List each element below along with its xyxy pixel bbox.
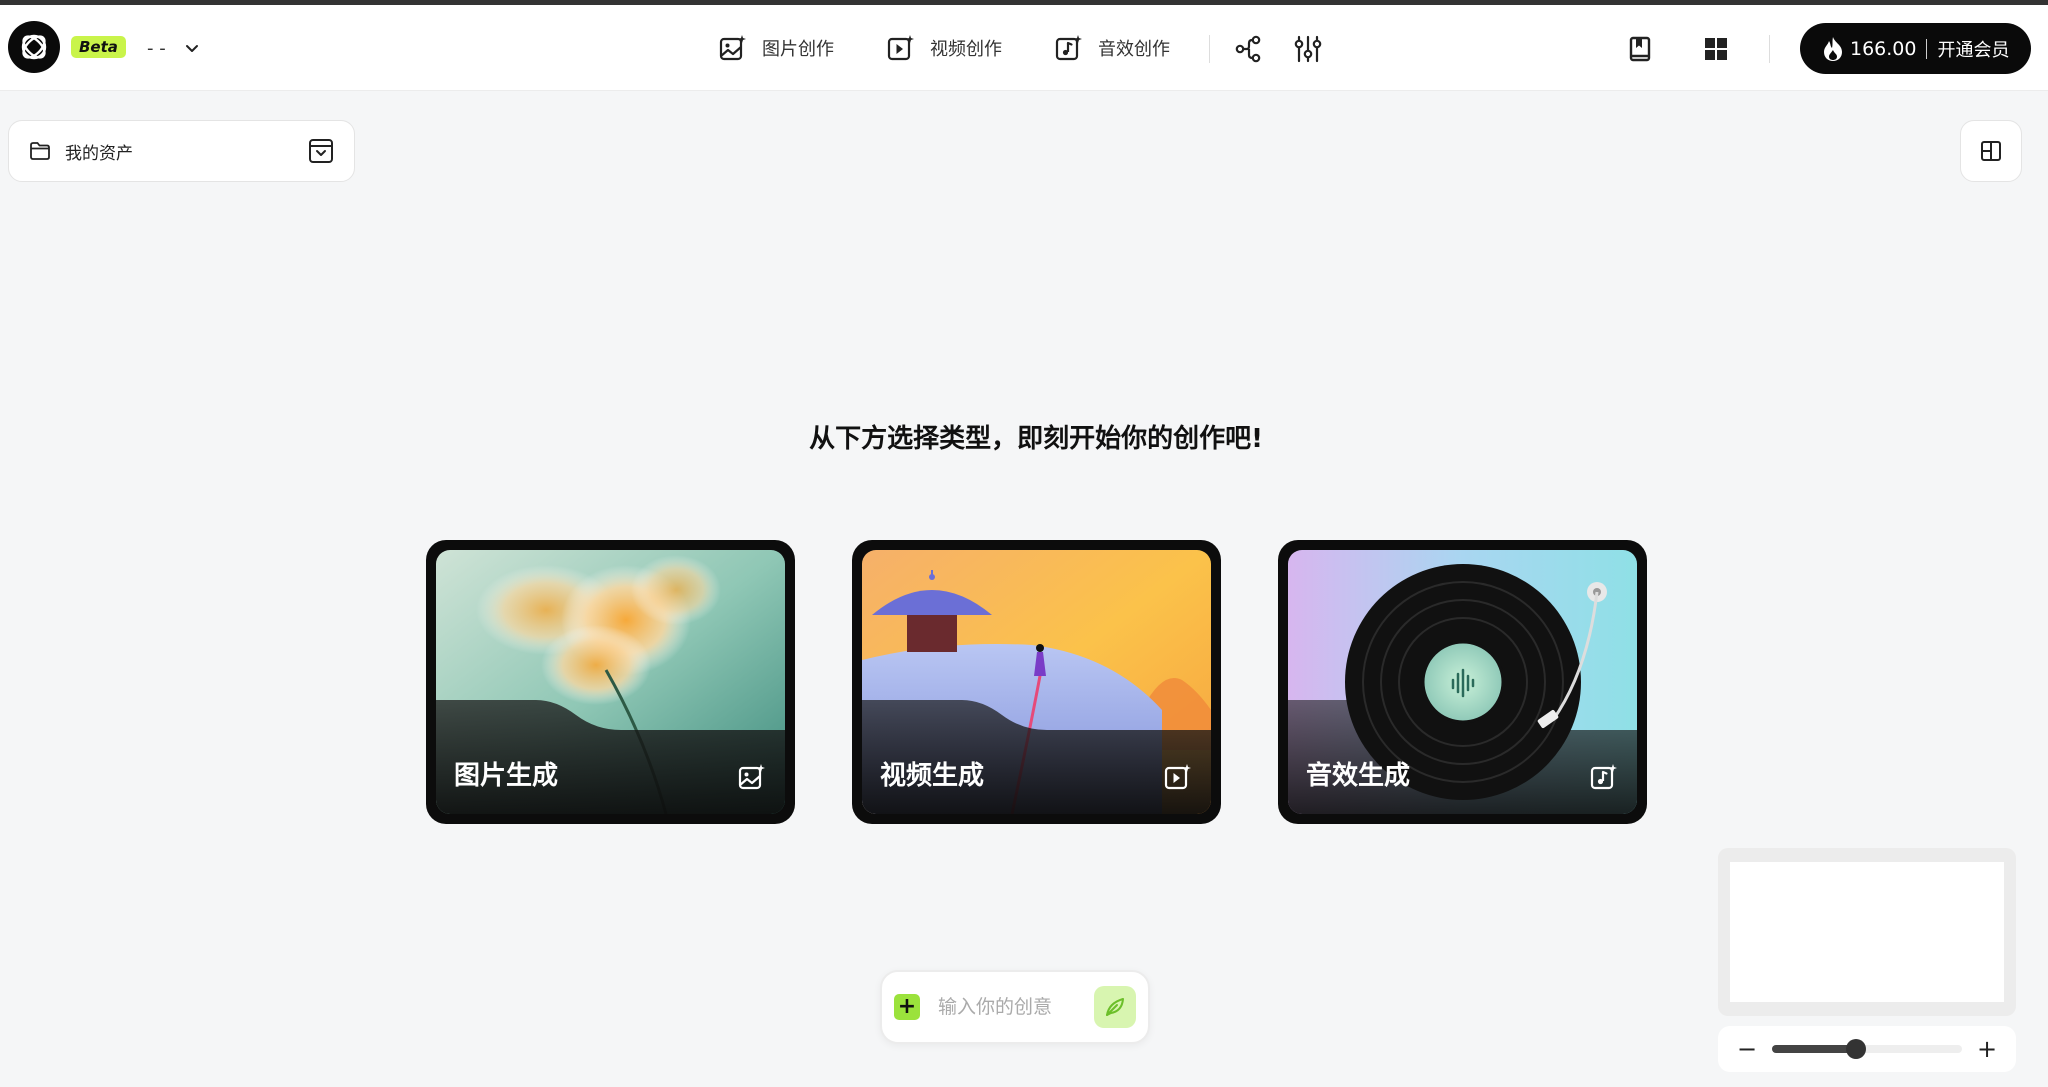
apps-grid-icon[interactable] bbox=[1700, 33, 1732, 65]
prompt-bar: + bbox=[880, 970, 1150, 1044]
video-card-inner: 视频生成 bbox=[862, 550, 1211, 814]
nav-image-creation[interactable]: 图片创作 bbox=[718, 33, 834, 63]
layout-panel-button[interactable] bbox=[1960, 120, 2022, 182]
nav-sound-creation[interactable]: 音效创作 bbox=[1054, 33, 1170, 63]
minimap-viewport bbox=[1730, 862, 2004, 1002]
nav-image-label: 图片创作 bbox=[762, 39, 834, 60]
zoom-control: − + bbox=[1718, 1026, 2016, 1072]
video-card-title: 视频生成 bbox=[880, 761, 985, 791]
zoom-out-button[interactable]: − bbox=[1736, 1035, 1758, 1063]
zoom-in-button[interactable]: + bbox=[1976, 1035, 1998, 1063]
image-generation-card[interactable]: 图片生成 bbox=[426, 540, 795, 824]
sound-card-title: 音效生成 bbox=[1306, 761, 1411, 791]
credits-separator bbox=[1926, 38, 1928, 59]
prompt-input[interactable] bbox=[938, 996, 1088, 1018]
video-sparkle-icon bbox=[1164, 764, 1191, 790]
my-assets-panel[interactable]: 我的资产 bbox=[8, 120, 355, 182]
add-attachment-button[interactable]: + bbox=[894, 994, 920, 1020]
flame-icon bbox=[1824, 36, 1842, 61]
workflow-icon[interactable] bbox=[1232, 33, 1264, 65]
zoom-slider-fill bbox=[1772, 1045, 1856, 1053]
image-card-title: 图片生成 bbox=[454, 761, 559, 791]
creation-nav: 图片创作 视频创作 音效创作 bbox=[718, 27, 1222, 69]
app-logo[interactable] bbox=[8, 21, 60, 73]
nav-video-creation[interactable]: 视频创作 bbox=[886, 33, 1002, 63]
beta-badge: Beta bbox=[71, 36, 126, 58]
music-sparkle-icon bbox=[1055, 35, 1082, 61]
image-sparkle-icon bbox=[719, 35, 746, 61]
layout-panel-icon bbox=[1981, 141, 2001, 161]
my-assets-label: 我的资产 bbox=[65, 143, 133, 164]
nav-video-label: 视频创作 bbox=[930, 39, 1002, 60]
page-headline: 从下方选择类型，即刻开始你的创作吧! bbox=[809, 424, 1263, 454]
chevron-down-icon bbox=[185, 45, 198, 52]
top-bar: Beta - - 图片创作 视频创作 音效创作 166.00 开通会员 bbox=[0, 5, 2048, 91]
nav-divider bbox=[1209, 35, 1210, 63]
video-generation-card[interactable]: 视频生成 bbox=[852, 540, 1221, 824]
folder-icon bbox=[30, 142, 50, 160]
credits-value: 166.00 bbox=[1850, 37, 1917, 60]
image-sparkle-icon bbox=[738, 764, 765, 790]
sound-generation-card[interactable]: 音效生成 bbox=[1278, 540, 1647, 824]
credits-member-button[interactable]: 166.00 开通会员 bbox=[1800, 23, 2031, 74]
image-card-inner: 图片生成 bbox=[436, 550, 785, 814]
video-sparkle-icon bbox=[887, 35, 914, 61]
sliders-icon[interactable] bbox=[1292, 33, 1324, 65]
leaf-send-icon bbox=[1106, 998, 1124, 1016]
member-label: 开通会员 bbox=[1937, 39, 2010, 61]
bookmark-icon[interactable] bbox=[1624, 33, 1656, 65]
zoom-slider-handle[interactable] bbox=[1845, 1039, 1866, 1059]
send-button[interactable] bbox=[1094, 986, 1136, 1028]
project-selector[interactable]: - - bbox=[147, 33, 200, 63]
project-name: - - bbox=[147, 37, 166, 59]
nav-sound-label: 音效创作 bbox=[1098, 39, 1170, 60]
header-divider bbox=[1769, 35, 1770, 63]
canvas-minimap[interactable] bbox=[1718, 848, 2016, 1016]
zoom-slider[interactable] bbox=[1772, 1039, 1962, 1059]
sound-card-inner: 音效生成 bbox=[1288, 550, 1637, 814]
logo-icon bbox=[21, 34, 47, 60]
dropdown-box-icon[interactable] bbox=[308, 138, 334, 164]
music-sparkle-icon bbox=[1590, 764, 1617, 790]
